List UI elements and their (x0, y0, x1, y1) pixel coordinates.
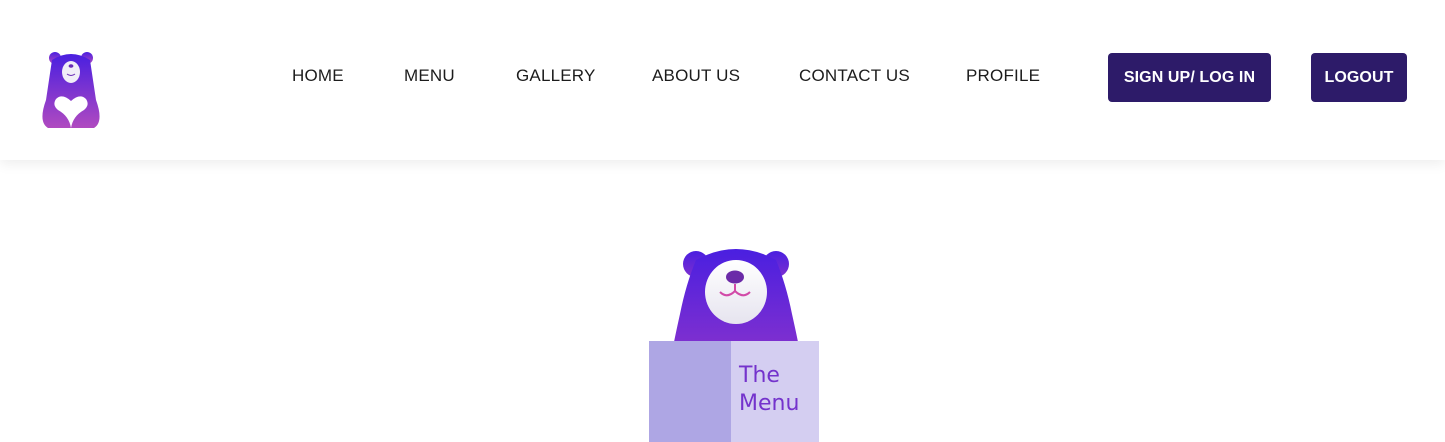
nav-menu[interactable]: MENU (404, 66, 455, 86)
main-content: The Menu (0, 160, 1445, 442)
menu-card-left-panel (649, 341, 731, 442)
menu-title: The Menu (739, 363, 800, 416)
nav-home[interactable]: HOME (292, 66, 344, 86)
nav-profile[interactable]: PROFILE (966, 66, 1040, 86)
bear-mascot-icon (674, 249, 798, 342)
logout-button[interactable]: LOGOUT (1311, 53, 1407, 102)
site-header: HOME MENU GALLERY ABOUT US CONTACT US PR… (0, 0, 1445, 160)
nav-contact-us[interactable]: CONTACT US (799, 66, 910, 86)
bear-heart-logo-icon[interactable] (38, 50, 104, 130)
nav-gallery[interactable]: GALLERY (516, 66, 596, 86)
signup-login-button[interactable]: SIGN UP/ LOG IN (1108, 53, 1271, 102)
menu-card[interactable]: The Menu (649, 341, 819, 442)
nav-about-us[interactable]: ABOUT US (652, 66, 740, 86)
